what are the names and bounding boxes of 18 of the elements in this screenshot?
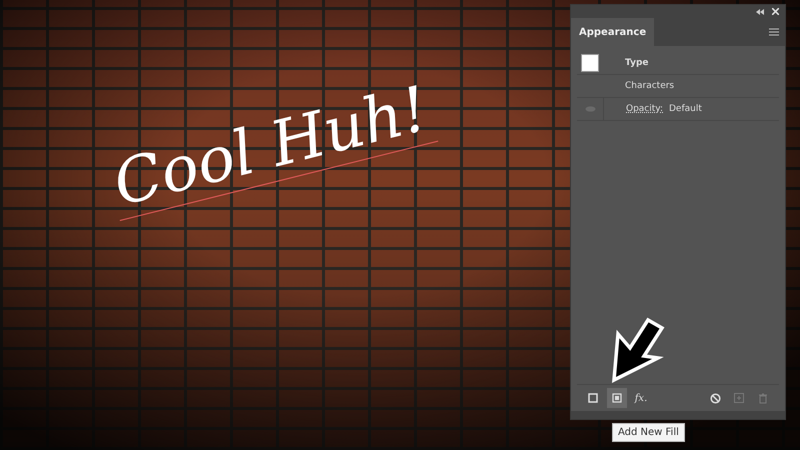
color-swatch[interactable] xyxy=(581,54,599,72)
collapse-icon[interactable] xyxy=(756,8,764,14)
tooltip: Add New Fill xyxy=(612,423,685,442)
fx-button[interactable]: fx. xyxy=(631,388,651,408)
toolbar-button[interactable] xyxy=(607,388,627,408)
trash-icon xyxy=(758,392,768,404)
attribute-value: Default xyxy=(669,104,702,114)
filled-square-icon xyxy=(612,393,622,403)
add-square-icon xyxy=(734,393,744,403)
menu-icon[interactable] xyxy=(769,28,779,36)
close-icon[interactable] xyxy=(772,8,779,15)
panel-tab[interactable]: Appearance xyxy=(571,18,654,46)
row-label: Type xyxy=(625,58,648,68)
pointer-arrow-drawing xyxy=(610,316,666,384)
attribute-link[interactable]: Opacity: xyxy=(626,104,663,114)
row-label: Characters xyxy=(625,81,674,91)
square-outline-icon xyxy=(588,393,598,403)
no-icon xyxy=(710,392,720,404)
